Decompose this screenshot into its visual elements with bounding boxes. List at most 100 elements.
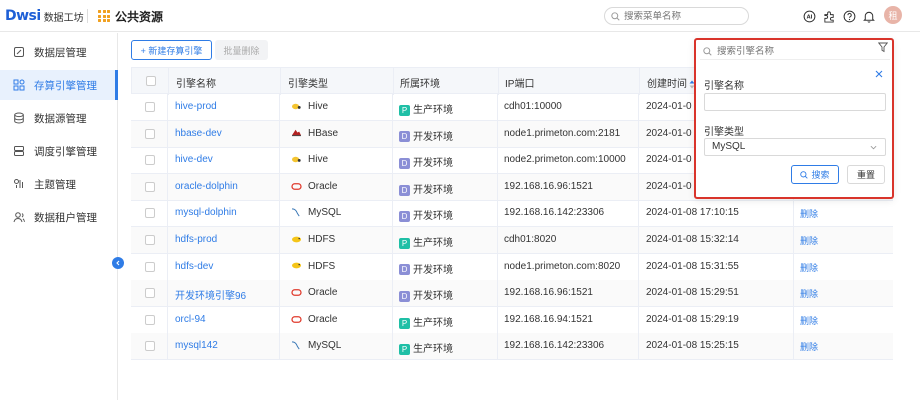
collapse-sidebar-button[interactable] [112, 257, 124, 269]
help-icon[interactable] [842, 9, 856, 23]
delete-link[interactable]: 删除 [800, 314, 818, 327]
plugin-icon[interactable] [822, 9, 836, 23]
engine-name-link[interactable]: 开发环境引擎96 [175, 287, 246, 302]
sidebar-item-scheduler[interactable]: 调度引擎管理 [0, 136, 118, 166]
ip-port-cell: 192.168.16.142:23306 [504, 340, 605, 352]
env-badge: D [399, 211, 410, 223]
filter-popup: 引擎名称 引擎类型 MySQL 搜索 重置 [694, 38, 894, 199]
search-button[interactable]: 搜索 [791, 165, 839, 184]
bell-icon[interactable] [862, 9, 876, 23]
delete-link[interactable]: 删除 [800, 287, 818, 300]
delete-link[interactable]: 删除 [800, 340, 818, 353]
sidebar-item-label: 存算引擎管理 [34, 79, 97, 92]
oracle-icon [291, 182, 302, 190]
column-header-ip[interactable]: IP端口 [505, 75, 534, 90]
logo[interactable]: Dwsi 数据工坊 [5, 7, 84, 25]
sidebar-item-compute-engine[interactable]: 存算引擎管理 [0, 70, 118, 100]
created-time-cell: 2024-01-08 15:29:51 [646, 287, 739, 299]
row-checkbox[interactable] [145, 314, 155, 325]
engine-type-text: Oracle [308, 180, 338, 192]
close-icon[interactable] [875, 69, 883, 81]
engine-type-text: Hive [308, 101, 329, 112]
engine-name-link[interactable]: orcl-94 [175, 314, 206, 325]
top-header: Dwsi 数据工坊 公共资源 AI 租 [0, 0, 920, 32]
row-checkbox[interactable] [145, 102, 155, 112]
menu-search-box[interactable] [604, 7, 749, 25]
column-header-env[interactable]: 所属环境 [400, 75, 440, 90]
engine-name-link[interactable]: hdfs-prod [175, 234, 217, 245]
engine-name-link[interactable]: hbase-dev [175, 128, 222, 139]
app-grid-icon[interactable] [98, 10, 110, 22]
engine-name-field[interactable] [704, 93, 886, 111]
row-checkbox[interactable] [145, 128, 155, 139]
chevron-down-icon [870, 139, 877, 157]
ai-icon[interactable]: AI [802, 9, 816, 23]
env-cell: D 开发环境 [399, 287, 453, 302]
oracle-icon [291, 315, 302, 323]
env-cell: D 开发环境 [399, 181, 453, 196]
row-checkbox[interactable] [145, 341, 155, 352]
ip-port-cell: node1.primeton.com:8020 [504, 260, 621, 272]
column-header-type[interactable]: 引擎类型 [288, 75, 328, 90]
env-cell: P 生产环境 [399, 340, 453, 355]
delete-link[interactable]: 删除 [800, 261, 818, 274]
page-title: 公共资源 [115, 10, 164, 24]
sidebar-item-label: 调度引擎管理 [34, 145, 97, 158]
row-checkbox[interactable] [145, 288, 155, 299]
sidebar-item-datasource[interactable]: 数据源管理 [0, 103, 118, 133]
filter-icon[interactable] [877, 42, 889, 56]
engine-name-link[interactable]: hdfs-dev [175, 261, 213, 272]
table-row: mysql-dolphin MySQL D 开发环境 192.168.16.142:23… [131, 200, 893, 228]
sidebar-item-data-layer[interactable]: 数据层管理 [0, 37, 118, 67]
sidebar-item-theme[interactable]: 主题管理 [0, 169, 118, 199]
created-time-cell: 2024-01-0 [646, 154, 692, 166]
avatar[interactable]: 租 [884, 6, 902, 24]
engine-name-link[interactable]: hive-prod [175, 101, 217, 112]
delete-link[interactable]: 删除 [800, 207, 818, 220]
row-checkbox[interactable] [145, 235, 155, 245]
engine-type-text: MySQL [308, 340, 342, 352]
env-cell: D 开发环境 [399, 207, 453, 222]
env-text: 开发环境 [413, 158, 453, 170]
env-badge: P [399, 344, 410, 356]
engine-name-link[interactable]: mysql-dolphin [175, 207, 237, 218]
reset-button[interactable]: 重置 [847, 165, 885, 184]
column-header-name[interactable]: 引擎名称 [176, 75, 216, 90]
new-engine-button[interactable]: + 新建存算引擎 [131, 40, 212, 60]
row-checkbox[interactable] [145, 155, 155, 166]
row-checkbox[interactable] [145, 181, 155, 192]
search-icon [703, 47, 712, 56]
select-all-checkbox[interactable] [146, 76, 156, 86]
ip-port-cell: cdh01:10000 [504, 101, 562, 112]
engine-search-box[interactable] [700, 44, 890, 60]
engine-type-text: HDFS [308, 234, 336, 245]
engine-search-input[interactable] [717, 46, 867, 57]
env-text: 生产环境 [413, 238, 453, 249]
engine-name-link[interactable]: hive-dev [175, 154, 213, 165]
hdfs-icon [292, 236, 301, 243]
engine-type-select[interactable]: MySQL [704, 138, 886, 156]
logo-text: 数据工坊 [43, 12, 84, 24]
search-icon [800, 170, 809, 179]
env-cell: P 生产环境 [399, 234, 453, 249]
hdfs-icon [292, 263, 301, 269]
engine-name-link[interactable]: oracle-dolphin [175, 181, 238, 192]
row-checkbox[interactable] [145, 261, 155, 272]
batch-delete-button[interactable]: 批量删除 [215, 40, 268, 60]
delete-link[interactable]: 删除 [800, 234, 818, 247]
ip-port-cell: 192.168.16.142:23306 [504, 207, 605, 219]
created-time-cell: 2024-01-08 15:32:14 [646, 234, 739, 245]
header-divider [87, 9, 88, 23]
sidebar-item-label: 数据租户管理 [34, 211, 97, 224]
hive-icon [292, 156, 301, 163]
ip-port-cell: node1.primeton.com:2181 [504, 127, 621, 139]
env-text: 开发环境 [413, 184, 453, 196]
engine-name-link[interactable]: mysql142 [175, 340, 218, 351]
engine-type-cell: MySQL [291, 207, 341, 218]
sidebar-item-tenant[interactable]: 数据租户管理 [0, 202, 118, 232]
column-header-created-time[interactable]: 创建时间 [647, 75, 695, 90]
env-cell: P 生产环境 [399, 314, 453, 329]
engine-icon [13, 79, 25, 91]
row-checkbox[interactable] [145, 208, 155, 219]
menu-search-input[interactable] [624, 10, 739, 22]
